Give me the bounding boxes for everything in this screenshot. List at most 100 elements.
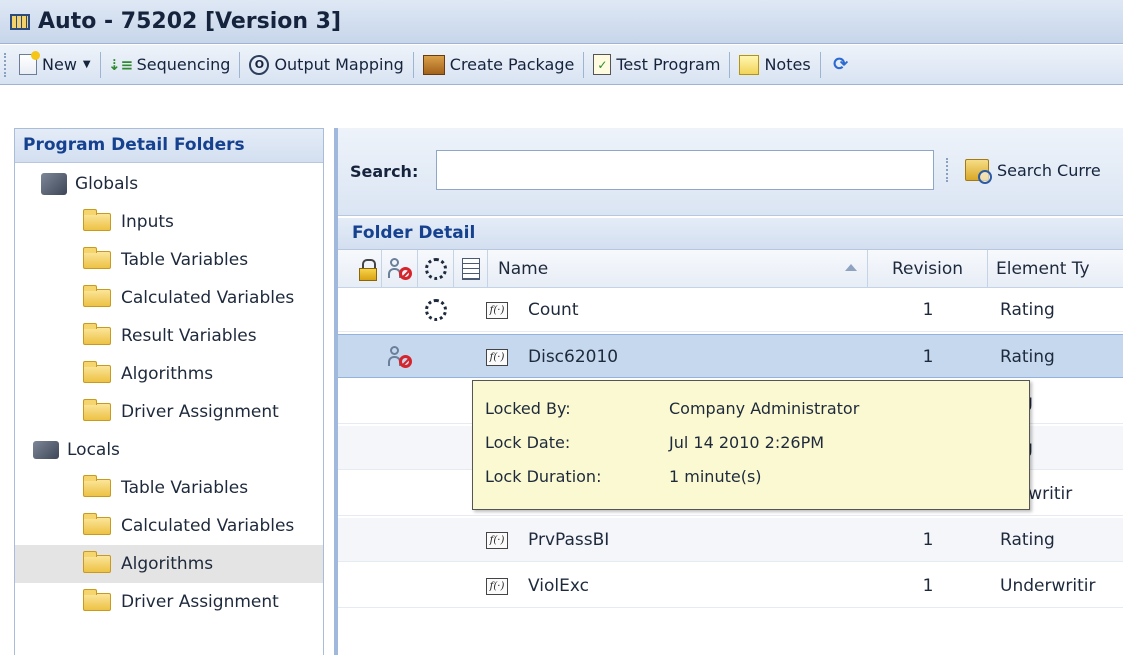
- new-document-icon: [19, 51, 40, 75]
- tree-item-inputs[interactable]: Inputs: [15, 203, 323, 241]
- sort-ascending-icon: [845, 264, 857, 271]
- refresh-icon: ⟳: [833, 54, 849, 75]
- tooltip-locked-by: Locked By: Company Administrator: [485, 399, 859, 418]
- revision-cell: 1: [922, 530, 934, 550]
- package-icon: [422, 54, 445, 75]
- element-type-cell: Rating: [1000, 530, 1055, 550]
- folder-icon: [83, 513, 111, 535]
- name-cell: ViolExc: [528, 576, 589, 596]
- search-input[interactable]: [436, 150, 934, 190]
- tree-item-local-calculated-variables[interactable]: Calculated Variables: [15, 507, 323, 545]
- tree-item-label: Table Variables: [121, 250, 249, 270]
- notes-button-label: Notes: [764, 55, 811, 74]
- toolbar-separator: [819, 51, 821, 78]
- table-icon: [10, 13, 30, 30]
- toolbar-separator: [99, 51, 101, 78]
- name-column-header[interactable]: Name: [488, 250, 868, 288]
- lock-info-tooltip: Locked By: Company Administrator Lock Dat…: [472, 380, 1030, 510]
- tree-item-calculated-variables[interactable]: Calculated Variables: [15, 279, 323, 317]
- folder-icon: [83, 361, 111, 383]
- tree-item-table-variables[interactable]: Table Variables: [15, 241, 323, 279]
- name-cell: Count: [528, 300, 579, 320]
- element-type-column-header[interactable]: Element Ty: [988, 250, 1123, 288]
- tree-item-result-variables[interactable]: Result Variables: [15, 317, 323, 355]
- table-row[interactable]: f(·) Disc62010 1 Rating: [338, 334, 1123, 378]
- revision-column-header[interactable]: Revision: [868, 250, 988, 288]
- name-cell: Disc62010: [528, 347, 619, 367]
- folder-icon: [83, 285, 111, 307]
- folder-icon: [83, 551, 111, 573]
- fx-icon: f(·): [486, 288, 508, 332]
- folder-icon: [83, 247, 111, 269]
- folder-icon: [83, 209, 111, 231]
- tree-item-driver-assignment[interactable]: Driver Assignment: [15, 393, 323, 431]
- sequencing-icon: ⇣≡: [108, 55, 134, 74]
- search-bar: Search: Search Curre: [338, 128, 1123, 216]
- toolbar: New ▼ ⇣≡ Sequencing O Output Mapping Cre…: [0, 45, 1123, 85]
- cycle-icon: [425, 299, 447, 321]
- locals-icon: [33, 441, 59, 459]
- new-button[interactable]: New ▼: [13, 50, 97, 80]
- revision-cell: 1: [922, 576, 934, 596]
- search-current-button[interactable]: Search Curre: [946, 150, 1123, 190]
- tree-item-label: Table Variables: [121, 478, 249, 498]
- table-row[interactable]: f(·) Count 1 Rating: [338, 288, 1123, 332]
- sequencing-button[interactable]: ⇣≡ Sequencing: [104, 50, 237, 80]
- locked-by-column-header[interactable]: [382, 250, 418, 288]
- search-label: Search:: [350, 162, 419, 181]
- tree-item-globals[interactable]: Globals: [15, 165, 323, 203]
- output-mapping-button[interactable]: O Output Mapping: [243, 50, 409, 80]
- element-type-cell: Underwritir: [1000, 576, 1096, 596]
- tree-item-label: Driver Assignment: [121, 402, 279, 422]
- lock-icon: [358, 259, 377, 281]
- toolbar-separator: [412, 51, 414, 78]
- tree-item-algorithms[interactable]: Algorithms: [15, 355, 323, 393]
- output-mapping-icon: O: [249, 54, 270, 75]
- test-program-button-label: Test Program: [616, 55, 721, 74]
- document-icon: [461, 258, 480, 280]
- tooltip-lock-date: Lock Date: Jul 14 2010 2:26PM: [485, 433, 824, 452]
- create-package-button[interactable]: Create Package: [417, 50, 581, 80]
- tree-item-label: Algorithms: [121, 364, 214, 384]
- locked-user-icon: [387, 258, 412, 280]
- toolbar-grip: [946, 158, 949, 182]
- tooltip-label: Lock Date:: [485, 433, 571, 452]
- element-type-cell: Rating: [1000, 300, 1055, 320]
- test-program-button[interactable]: ✓ Test Program: [587, 50, 726, 80]
- folder-icon: [83, 475, 111, 497]
- tree-item-local-table-variables[interactable]: Table Variables: [15, 469, 323, 507]
- notes-button[interactable]: Notes: [733, 50, 816, 80]
- name-cell: PrvPassBI: [528, 530, 610, 550]
- chevron-down-icon[interactable]: ▼: [83, 59, 91, 70]
- refresh-button[interactable]: ⟳: [824, 50, 863, 80]
- tree-item-local-algorithms[interactable]: Algorithms: [15, 545, 323, 583]
- tree-item-label: Calculated Variables: [121, 516, 295, 536]
- search-button-label: Search Curre: [997, 160, 1101, 180]
- sequencing-button-label: Sequencing: [136, 55, 231, 74]
- type-column-header[interactable]: [454, 250, 488, 288]
- fx-icon: f(·): [486, 564, 508, 608]
- locked-by-cell[interactable]: [382, 335, 418, 379]
- tree-item-locals[interactable]: Locals: [15, 431, 323, 469]
- tooltip-value: Jul 14 2010 2:26PM: [669, 433, 825, 452]
- revision-cell: 1: [922, 347, 934, 367]
- program-detail-folders-panel: Program Detail Folders Globals Inputs Ta…: [14, 128, 324, 655]
- title-bar: Auto - 75202 [Version 3]: [0, 0, 1123, 44]
- tree-item-label: Calculated Variables: [121, 288, 295, 308]
- output-mapping-button-label: Output Mapping: [274, 55, 404, 74]
- table-row[interactable]: f(·) PrvPassBI 1 Rating: [338, 518, 1123, 562]
- tree-item-label: Algorithms: [121, 554, 214, 574]
- status-column-header[interactable]: [418, 250, 454, 288]
- tree-item-label: Locals: [67, 440, 120, 460]
- element-type-cell: Rating: [1000, 347, 1055, 367]
- toolbar-grip[interactable]: [4, 52, 7, 77]
- folder-icon: [83, 399, 111, 421]
- name-column-label: Name: [498, 259, 549, 279]
- tree-item-local-driver-assignment[interactable]: Driver Assignment: [15, 583, 323, 621]
- revision-cell: 1: [922, 300, 934, 320]
- globals-icon: [41, 173, 67, 195]
- tooltip-label: Lock Duration:: [485, 467, 602, 486]
- lock-column-header[interactable]: [352, 250, 382, 288]
- table-row[interactable]: f(·) ViolExc 1 Underwritir: [338, 564, 1123, 608]
- tree-item-label: Driver Assignment: [121, 592, 279, 612]
